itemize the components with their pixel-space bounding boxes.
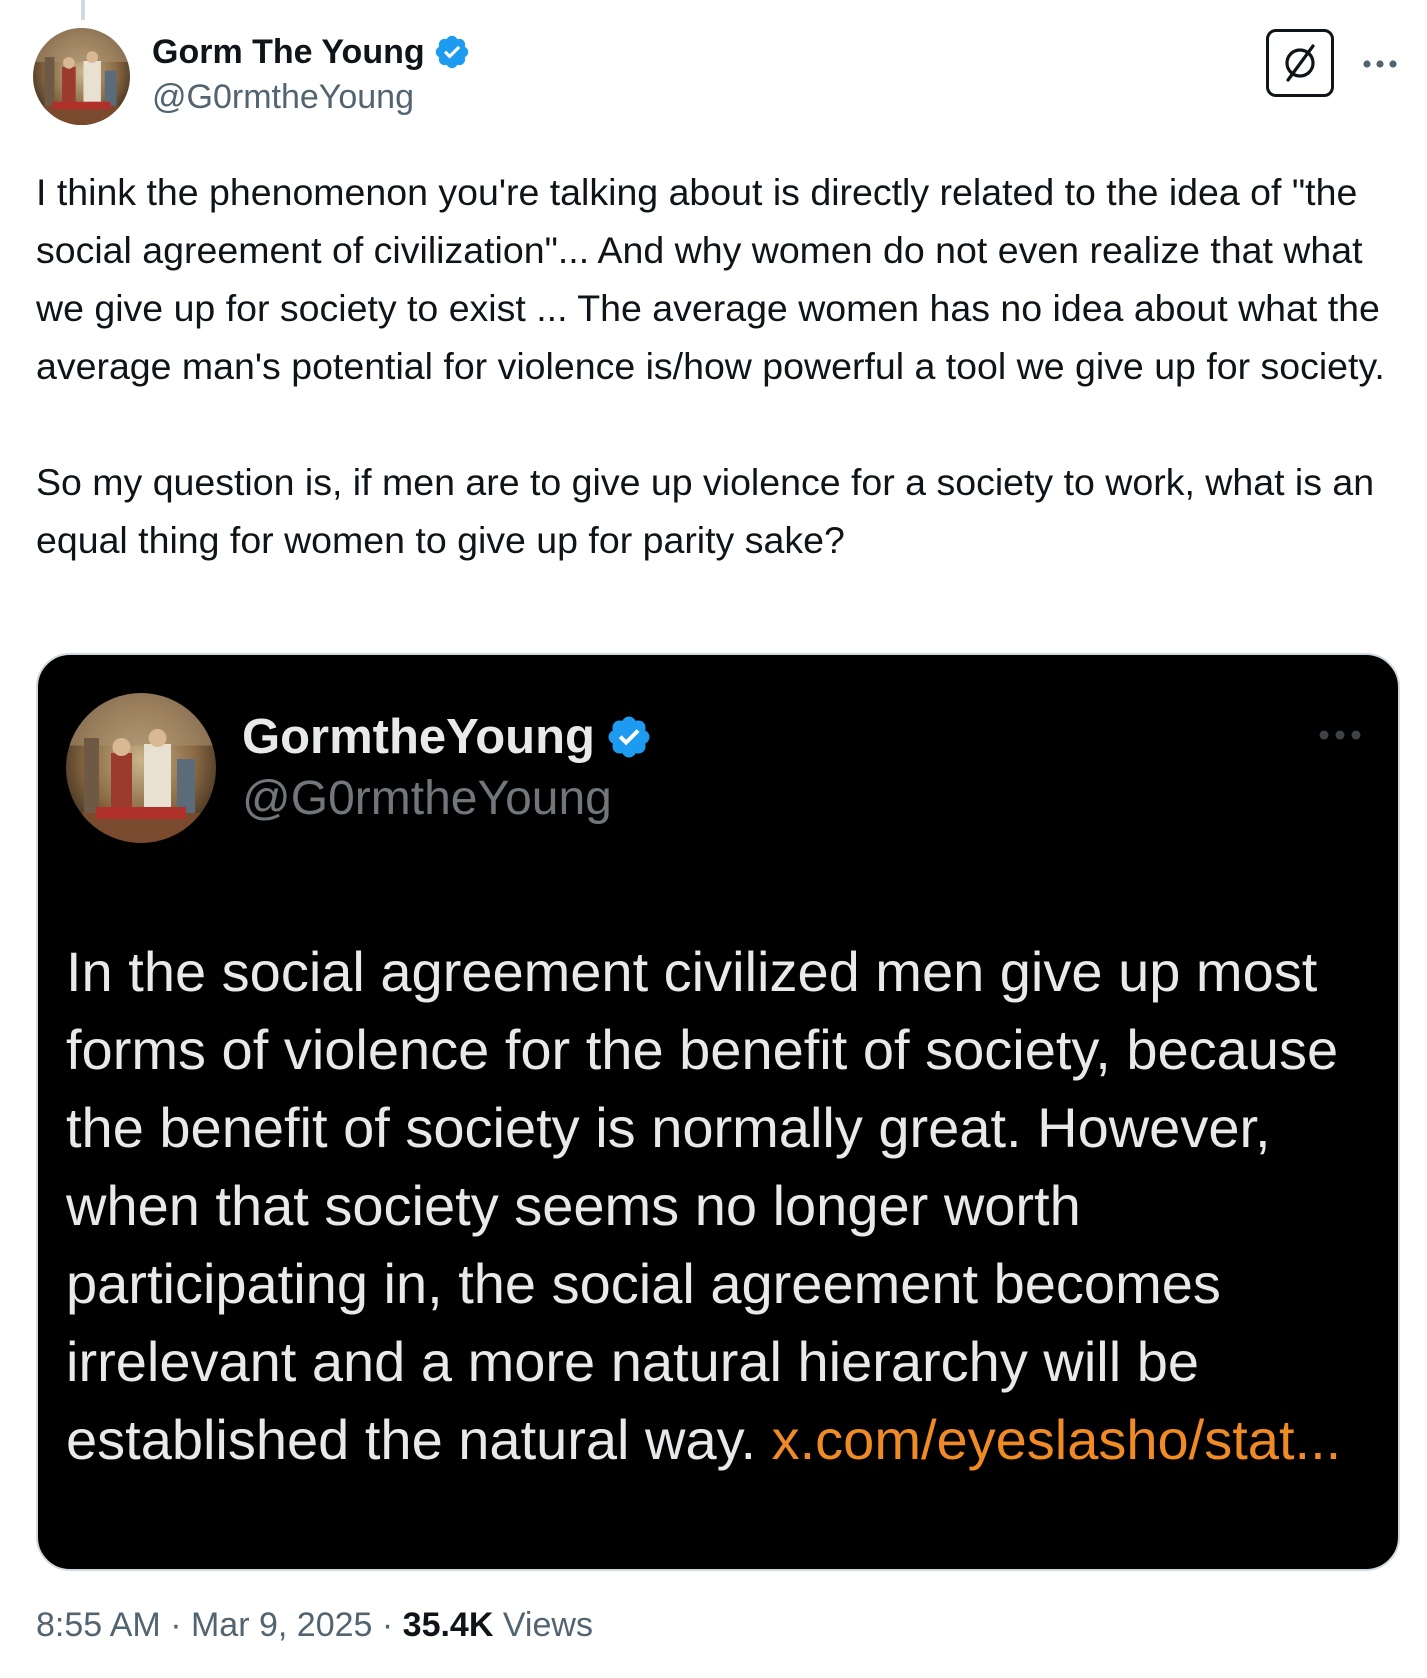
quoted-tweet-text: In the social agreement civilized men gi… bbox=[66, 933, 1376, 1479]
tweet-date[interactable]: Mar 9, 2025 bbox=[191, 1606, 372, 1644]
avatar-painting-image bbox=[33, 28, 130, 125]
quoted-more-options-icon bbox=[1314, 725, 1366, 745]
meta-separator: · bbox=[170, 1606, 182, 1644]
quoted-tweet-card[interactable]: GormtheYoung @G0rmtheYoung In the social… bbox=[36, 653, 1400, 1571]
avatar-painting-image bbox=[66, 693, 216, 843]
author-handle[interactable]: @G0rmtheYoung bbox=[152, 78, 414, 117]
tweet-paragraph: So my question is, if men are to give up… bbox=[36, 461, 1375, 561]
grok-button[interactable] bbox=[1266, 29, 1334, 97]
quoted-tweet-body: In the social agreement civilized men gi… bbox=[66, 940, 1339, 1471]
meta-separator: · bbox=[381, 1606, 394, 1644]
more-options-icon bbox=[1363, 60, 1397, 68]
author-name-row: Gorm The Young bbox=[152, 30, 471, 74]
quoted-author-display-name: GormtheYoung bbox=[242, 710, 595, 764]
views-count[interactable]: 35.4K bbox=[403, 1606, 494, 1644]
grok-icon bbox=[1285, 44, 1315, 82]
quoted-tweet-link[interactable]: x.com/eyeslasho/stat... bbox=[772, 1408, 1342, 1471]
tweet-text: I think the phenomenon you're talking ab… bbox=[36, 163, 1396, 569]
quoted-author-handle: @G0rmtheYoung bbox=[242, 772, 612, 825]
tweet-time[interactable]: 8:55 AM bbox=[36, 1606, 161, 1644]
verified-badge-icon[interactable] bbox=[433, 33, 471, 71]
thread-connector-line bbox=[81, 0, 85, 20]
author-avatar[interactable] bbox=[33, 28, 130, 125]
quoted-author-name-row: GormtheYoung bbox=[242, 705, 653, 769]
views-label: Views bbox=[502, 1606, 593, 1644]
quoted-author-avatar[interactable] bbox=[66, 693, 216, 843]
more-options-button[interactable] bbox=[1360, 50, 1400, 78]
author-display-name[interactable]: Gorm The Young bbox=[152, 33, 425, 72]
tweet-paragraph: I think the phenomenon you're talking ab… bbox=[36, 171, 1385, 387]
tweet-metadata: 8:55 AM · Mar 9, 2025 · 35.4K Views bbox=[36, 1606, 593, 1645]
verified-badge-icon bbox=[605, 713, 653, 761]
